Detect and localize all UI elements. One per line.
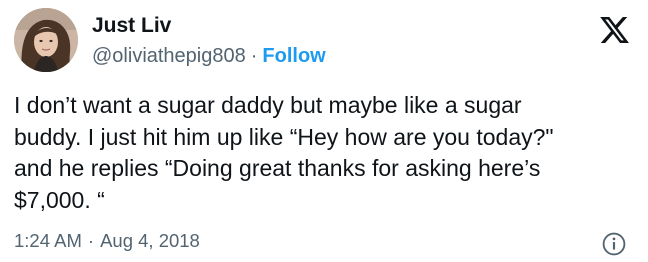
tweet-text: I don’t want a sugar daddy but maybe lik…	[14, 92, 554, 213]
tweet-card: Just Liv @oliviathepig808 · Follow I don’t…	[0, 0, 648, 262]
handle-row: @oliviathepig808 · Follow	[92, 43, 326, 69]
x-logo-icon[interactable]	[598, 14, 631, 46]
avatar-image	[14, 8, 78, 72]
separator-dot: ·	[87, 230, 95, 251]
tweet-timestamp[interactable]: 1:24 AM · Aug 4, 2018	[14, 229, 200, 253]
tweet-date: Aug 4, 2018	[100, 230, 200, 251]
display-name[interactable]: Just Liv	[92, 13, 171, 39]
handle[interactable]: @oliviathepig808	[92, 45, 246, 67]
tweet-time: 1:24 AM	[14, 230, 82, 251]
info-icon[interactable]	[601, 231, 627, 257]
avatar[interactable]	[14, 8, 78, 72]
separator-dot: ·	[250, 45, 258, 67]
follow-button[interactable]: Follow	[262, 45, 325, 67]
